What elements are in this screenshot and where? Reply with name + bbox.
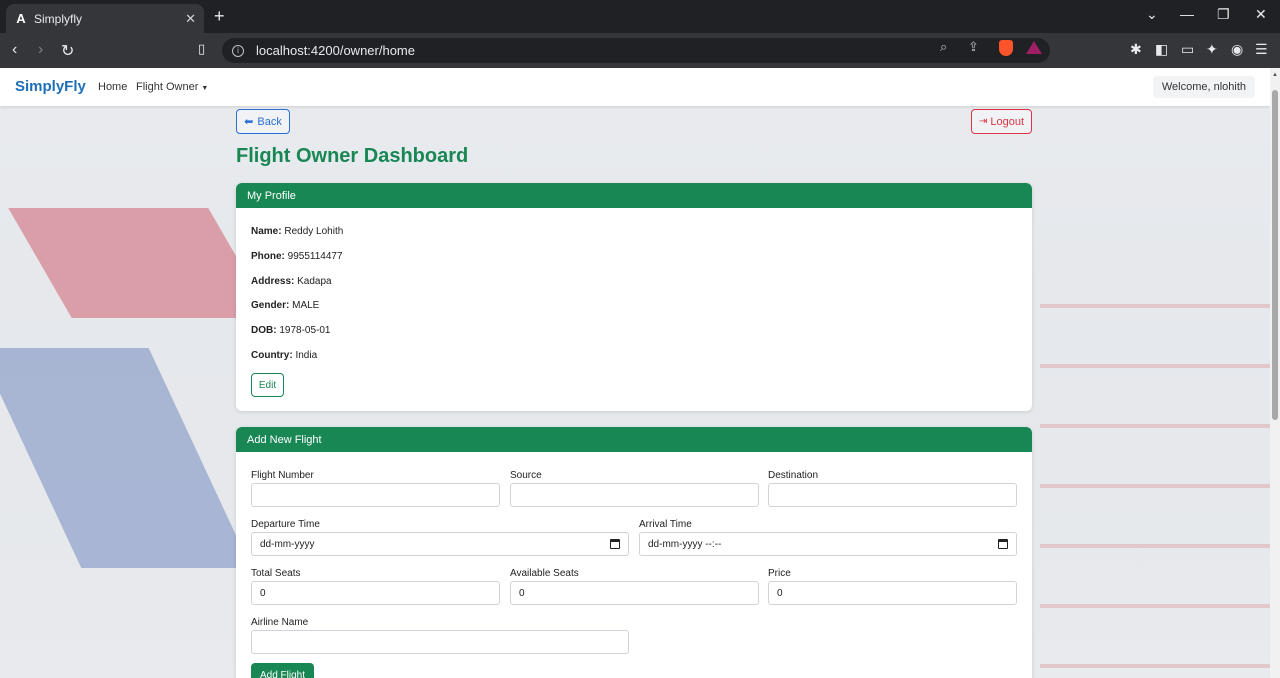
nav-dropdown-flight-owner[interactable]: Flight Owner ▼: [136, 81, 208, 93]
field-label: Address:: [251, 276, 295, 287]
tab-title: Simplyfly: [34, 11, 83, 26]
field-label: Name:: [251, 226, 282, 237]
available-seats-label: Available Seats: [510, 568, 579, 579]
arrival-time-input[interactable]: dd-mm-yyyy --:--: [639, 532, 1017, 556]
destination-label: Destination: [768, 470, 819, 481]
field-label: Gender:: [251, 300, 290, 311]
profile-gender: Gender: MALE: [251, 300, 319, 311]
field-label: DOB:: [251, 325, 277, 336]
profile-name: Name: Reddy Lohith: [251, 226, 343, 237]
profile-country: Country: India: [251, 350, 317, 361]
profile-phone: Phone: 9955114477: [251, 251, 343, 262]
profile-address: Address: Kadapa: [251, 276, 332, 287]
browser-toolbar: ‹ › ↻ ▯ i localhost:4200/owner/home ⌕ ⇪ …: [0, 33, 1280, 68]
field-value: India: [295, 350, 318, 361]
vpn-icon[interactable]: ◉: [1231, 41, 1243, 58]
nav-dropdown-label: Flight Owner: [136, 81, 199, 93]
share-icon[interactable]: ⇪: [968, 39, 979, 55]
price-input[interactable]: 0: [768, 581, 1017, 605]
add-flight-button[interactable]: Add Flight: [251, 663, 314, 678]
edit-profile-button[interactable]: Edit: [251, 373, 284, 397]
total-seats-input[interactable]: 0: [251, 581, 500, 605]
departure-time-input[interactable]: dd-mm-yyyy: [251, 532, 629, 556]
departure-time-label: Departure Time: [251, 519, 320, 530]
scroll-up-arrow-icon[interactable]: ▲: [1272, 72, 1278, 78]
total-seats-label: Total Seats: [251, 568, 301, 579]
add-flight-card-header: Add New Flight: [236, 427, 1032, 452]
leo-ai-icon[interactable]: ✦: [1206, 41, 1218, 58]
profile-card-header: My Profile: [236, 183, 1032, 208]
source-input[interactable]: [510, 483, 759, 507]
arrival-time-value: dd-mm-yyyy --:--: [648, 538, 722, 550]
field-label: Phone:: [251, 251, 285, 262]
arrival-time-label: Arrival Time: [639, 519, 692, 530]
calendar-icon[interactable]: [998, 539, 1008, 549]
browser-tab[interactable]: A Simplyfly ✕: [6, 4, 204, 33]
new-tab-icon[interactable]: +: [214, 6, 225, 27]
available-seats-input[interactable]: 0: [510, 581, 759, 605]
menu-icon[interactable]: ☰: [1255, 41, 1268, 58]
field-value: MALE: [292, 300, 320, 311]
background-tail-fin: [0, 348, 252, 568]
logout-button-label: Logout: [990, 115, 1025, 128]
logout-icon: ⇥: [978, 116, 988, 127]
url-text: localhost:4200/owner/home: [256, 43, 415, 58]
site-info-icon[interactable]: i: [232, 44, 244, 57]
tab-list-chevron-icon[interactable]: ⌄: [1146, 6, 1158, 23]
sidebar-icon[interactable]: ◧: [1155, 41, 1168, 58]
background-jetbridge: [1040, 268, 1270, 668]
page-viewport: SimplyFly Home Flight Owner ▼ Welcome, n…: [0, 68, 1270, 678]
page-scrollbar[interactable]: ▲: [1270, 68, 1280, 678]
welcome-badge: Welcome, nlohith: [1152, 76, 1255, 98]
field-value: Reddy Lohith: [284, 226, 344, 237]
back-nav-icon[interactable]: ‹: [12, 41, 17, 59]
background-tail-fin: [8, 208, 272, 318]
field-value: 1978-05-01: [279, 325, 331, 336]
angular-favicon-icon: A: [16, 11, 26, 26]
logout-button[interactable]: ⇥ Logout: [971, 109, 1032, 134]
app-navbar: SimplyFly Home Flight Owner ▼ Welcome, n…: [0, 68, 1270, 106]
browser-tab-bar: A Simplyfly ✕ + ⌄ — ❐ ✕: [0, 0, 1280, 33]
brand-logo[interactable]: SimplyFly: [15, 78, 86, 95]
field-value: 9955114477: [287, 251, 343, 262]
address-bar[interactable]: i localhost:4200/owner/home: [222, 38, 1050, 63]
minimize-icon[interactable]: —: [1180, 6, 1194, 22]
profile-card: My Profile Name: Reddy Lohith Phone: 995…: [236, 183, 1032, 411]
back-arrow-icon: ⬅: [244, 116, 254, 128]
caret-down-icon: ▼: [201, 85, 209, 92]
bookmark-icon[interactable]: ▯: [198, 41, 205, 57]
close-window-icon[interactable]: ✕: [1255, 6, 1267, 23]
extensions-icon[interactable]: ✱: [1130, 41, 1142, 58]
restore-icon[interactable]: ❐: [1217, 6, 1230, 23]
back-button-label: Back: [257, 115, 282, 128]
page-title: Flight Owner Dashboard: [236, 145, 469, 167]
back-button[interactable]: ⬅ Back: [236, 109, 290, 134]
brave-shields-icon[interactable]: [999, 40, 1013, 56]
forward-nav-icon[interactable]: ›: [38, 41, 43, 59]
price-label: Price: [768, 568, 791, 579]
calendar-icon[interactable]: [610, 539, 620, 549]
field-value: Kadapa: [297, 276, 332, 287]
scrollbar-thumb[interactable]: [1272, 90, 1278, 420]
flight-number-input[interactable]: [251, 483, 500, 507]
source-label: Source: [510, 470, 542, 481]
profile-dob: DOB: 1978-05-01: [251, 325, 331, 336]
departure-time-value: dd-mm-yyyy: [260, 538, 315, 550]
nav-link-home[interactable]: Home: [98, 81, 127, 93]
flight-number-label: Flight Number: [251, 470, 314, 481]
add-flight-card: Add New Flight Flight Number Source Dest…: [236, 427, 1032, 678]
wallet-icon[interactable]: ▭: [1181, 41, 1194, 58]
field-label: Country:: [251, 350, 293, 361]
close-tab-icon[interactable]: ✕: [185, 11, 196, 27]
destination-input[interactable]: [768, 483, 1017, 507]
airline-name-label: Airline Name: [251, 617, 309, 628]
zoom-search-icon[interactable]: ⌕: [940, 39, 947, 55]
brave-rewards-icon[interactable]: [1026, 41, 1042, 54]
airline-name-input[interactable]: [251, 630, 629, 654]
reload-icon[interactable]: ↻: [61, 41, 74, 61]
